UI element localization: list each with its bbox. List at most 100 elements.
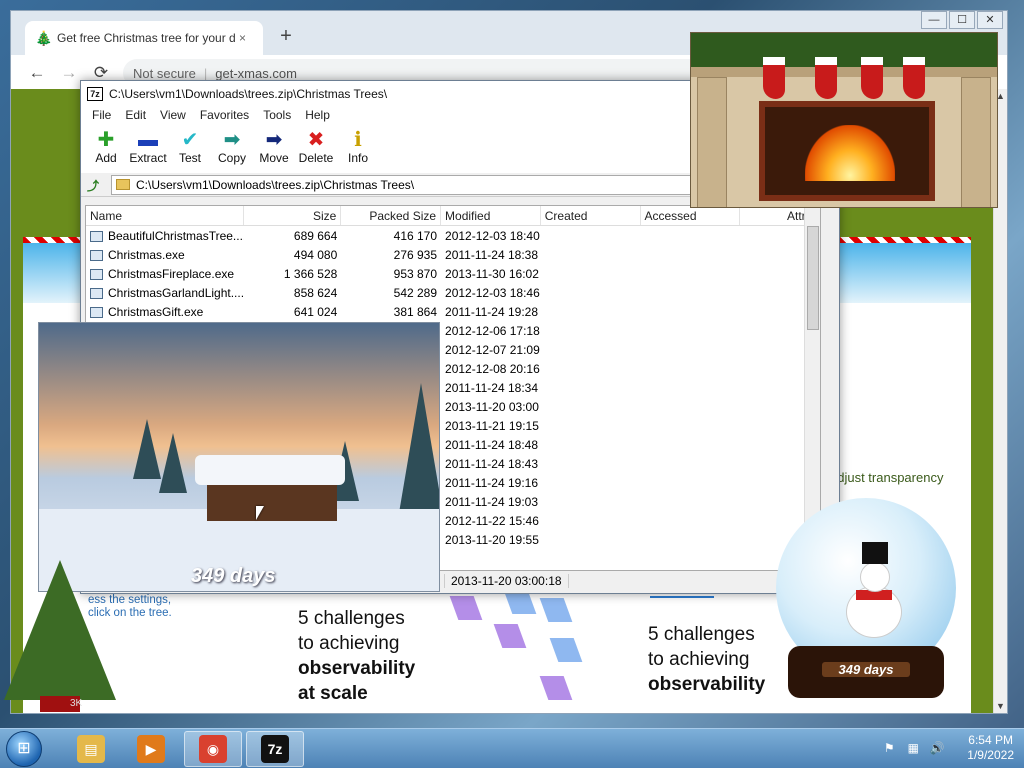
clock-time: 6:54 PM: [968, 733, 1013, 747]
observability-ad[interactable]: 5 challenges to achieving observability …: [298, 606, 448, 706]
toolbar-delete-button[interactable]: ✖ Delete: [295, 125, 337, 173]
table-row[interactable]: BeautifulChristmasTree.... 689 664 416 170…: [86, 226, 820, 245]
adjust-transparency-link[interactable]: adjust transparency: [830, 470, 943, 485]
system-tray: ⚑ ▦ 🔊 6:54 PM 1/9/2022: [881, 733, 1014, 763]
ad-line: to achieving: [648, 649, 750, 670]
taskbar-explorer-button[interactable]: ▤: [62, 731, 120, 767]
column-accessed[interactable]: Accessed: [641, 206, 741, 225]
ad-line: to achieving: [298, 633, 400, 654]
browser-tab[interactable]: 🎄 Get free Christmas tree for your d ×: [25, 21, 263, 55]
file-name: Christmas.exe: [108, 247, 185, 262]
column-packed-size[interactable]: Packed Size: [341, 206, 442, 225]
cell-size: 1 366 528: [283, 266, 338, 281]
taskbar-chrome-button[interactable]: ◉: [184, 731, 242, 767]
toolbar-info-button[interactable]: ℹ Info: [337, 125, 379, 173]
address-separator: |: [203, 65, 208, 81]
ad-divider: [650, 596, 714, 598]
stocking-icon: [903, 57, 925, 99]
ad-line: 5 challenges: [298, 608, 405, 629]
forward-button[interactable]: →: [59, 63, 79, 83]
file-name: ChristmasFireplace.exe: [108, 266, 235, 281]
cell-packed: 416 170: [393, 228, 438, 243]
cell-packed: 953 870: [393, 266, 438, 281]
toolbar-label: Add: [95, 151, 117, 165]
menu-tools[interactable]: Tools: [256, 107, 298, 125]
firebox: [759, 101, 935, 201]
folder-icon: [116, 179, 130, 190]
table-row[interactable]: ChristmasFireplace.exe 1 366 528 953 870 20…: [86, 264, 820, 283]
table-row[interactable]: ChristmasGarlandLight.... 858 624 542 289 2…: [86, 283, 820, 302]
globe-days-countdown: 349 days: [822, 662, 910, 677]
menu-edit[interactable]: Edit: [118, 107, 153, 125]
back-button[interactable]: ←: [27, 63, 47, 83]
cell-mod: 2012-12-06 17:18: [445, 323, 540, 338]
status-modified: 2013-11-20 03:00:18: [445, 574, 569, 588]
toolbar-label: Info: [347, 151, 368, 165]
cell-mod: 2011-11-24 18:38: [445, 247, 538, 262]
minimize-button[interactable]: —: [921, 11, 947, 29]
right-pillar: [961, 77, 991, 207]
garland-decoration: [691, 33, 997, 67]
action-center-icon[interactable]: ⚑: [881, 740, 897, 756]
menu-file[interactable]: File: [85, 107, 118, 125]
menu-help[interactable]: Help: [298, 107, 337, 125]
file-name: ChristmasGift.exe: [108, 304, 204, 319]
exe-file-icon: [90, 249, 103, 261]
cell-name: Christmas.exe: [86, 248, 244, 262]
file-name: BeautifulChristmasTree....: [108, 228, 244, 243]
toolbar-move-button[interactable]: ➡ Move: [253, 125, 295, 173]
ad-bold-line: observability: [648, 674, 766, 695]
tab-title: Get free Christmas tree for your d: [57, 31, 236, 45]
snowman-head: [860, 562, 890, 592]
column-size[interactable]: Size: [244, 206, 342, 225]
cell-mod: 2011-11-24 19:16: [445, 475, 538, 490]
observability-ad-2[interactable]: 5 challenges to achieving observability: [648, 622, 798, 697]
clock[interactable]: 6:54 PM 1/9/2022: [967, 733, 1014, 763]
cabin-countdown-widget[interactable]: 349 days: [38, 322, 440, 592]
explorer-icon: ▤: [77, 735, 105, 763]
network-icon[interactable]: ▦: [905, 740, 921, 756]
delete-icon: ✖: [307, 129, 325, 151]
volume-icon[interactable]: 🔊: [929, 740, 945, 756]
new-tab-button[interactable]: +: [275, 25, 297, 48]
chrome-icon: ◉: [199, 735, 227, 763]
menu-favorites[interactable]: Favorites: [193, 107, 256, 125]
cell-mod: 2013-11-30 16:02: [445, 266, 539, 281]
taskbar-media-player-button[interactable]: ▶: [122, 731, 180, 767]
column-created[interactable]: Created: [541, 206, 641, 225]
fireplace-widget[interactable]: [690, 32, 998, 208]
toolbar-extract-button[interactable]: ▬ Extract: [127, 125, 169, 173]
toolbar-copy-button[interactable]: ➡ Copy: [211, 125, 253, 173]
toolbar-test-button[interactable]: ✔ Test: [169, 125, 211, 173]
cell-size: 689 664: [293, 228, 338, 243]
tab-close-icon[interactable]: ×: [239, 31, 253, 45]
toolbar-add-button[interactable]: ✚ Add: [85, 125, 127, 173]
table-row[interactable]: Christmas.exe 494 080 276 935 2011-11-24 18…: [86, 245, 820, 264]
path-field[interactable]: C:\Users\vm1\Downloads\trees.zip\Christm…: [111, 174, 711, 195]
tree-favicon-icon: 🎄: [35, 30, 53, 46]
file-list-header: Name Size Packed Size Modified Created A…: [86, 206, 820, 226]
taskbar-7zip-button[interactable]: 7z: [246, 731, 304, 767]
menu-view[interactable]: View: [153, 107, 193, 125]
desktop-christmas-tree[interactable]: [4, 560, 116, 700]
scroll-thumb[interactable]: [807, 226, 819, 330]
toolbar-label: Move: [259, 151, 289, 165]
maximize-button[interactable]: ☐: [949, 11, 975, 29]
column-name[interactable]: Name: [86, 206, 244, 225]
plus-icon: ✚: [97, 129, 115, 151]
window-controls: — ☐ ✕: [919, 11, 1003, 29]
toolbar-label: Test: [178, 151, 201, 165]
cell-name: BeautifulChristmasTree....: [86, 229, 244, 243]
not-secure-label[interactable]: Not secure: [133, 66, 196, 81]
column-modified[interactable]: Modified: [441, 206, 541, 225]
file-name: ChristmasGarlandLight....: [108, 285, 244, 300]
start-button[interactable]: ⊞: [6, 731, 42, 767]
7zip-icon: 7z: [261, 735, 289, 763]
table-row[interactable]: ChristmasGift.exe 641 024 381 864 2011-11-2…: [86, 302, 820, 321]
close-button[interactable]: ✕: [977, 11, 1003, 29]
scroll-down-icon[interactable]: ▼: [996, 701, 1005, 711]
ad-line: 5 challenges: [648, 624, 755, 645]
folder-up-icon[interactable]: ⤴: [87, 177, 105, 193]
snowy-roof: [195, 455, 345, 485]
info-icon: ℹ: [354, 129, 362, 151]
